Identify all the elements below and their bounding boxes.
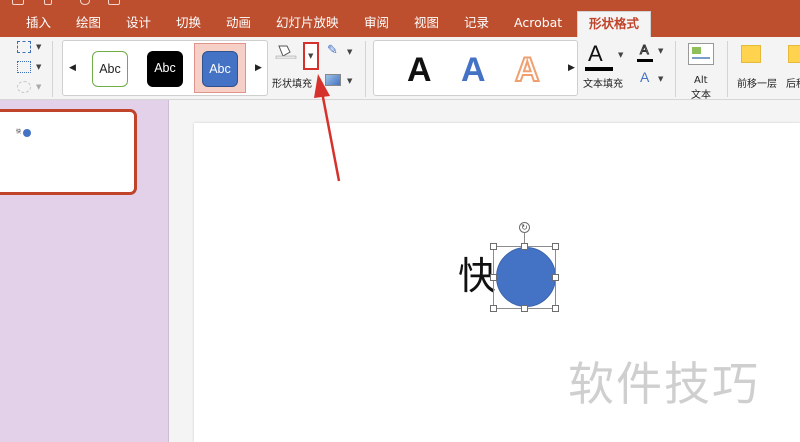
tab-insert[interactable]: 插入: [26, 14, 51, 32]
wordart-style-orange[interactable]: A: [514, 52, 541, 88]
alt-text-icon[interactable]: [688, 43, 714, 65]
alt-text-label-1[interactable]: Alt: [694, 75, 708, 86]
wordart-gallery: A A A ▶: [373, 40, 578, 96]
tab-record[interactable]: 记录: [464, 14, 489, 32]
save-icon[interactable]: [12, 0, 24, 5]
print-icon[interactable]: [108, 0, 120, 5]
edit-shape-icon[interactable]: [17, 41, 31, 53]
edit-points-icon[interactable]: [17, 61, 31, 73]
tab-shape-format[interactable]: 形状格式: [577, 11, 652, 37]
divider: [675, 41, 676, 97]
tab-view[interactable]: 视图: [414, 14, 439, 32]
chevron-down-icon[interactable]: ▼: [618, 51, 623, 59]
tab-animations[interactable]: 动画: [226, 14, 251, 32]
thumbnail-circle: [23, 129, 31, 137]
chevron-down-icon[interactable]: ▼: [36, 63, 41, 71]
wordart-style-black[interactable]: A: [407, 53, 432, 87]
rotate-handle-icon[interactable]: ↻: [519, 222, 530, 233]
tab-draw[interactable]: 绘图: [76, 14, 101, 32]
tab-design[interactable]: 设计: [126, 14, 151, 32]
resize-handle[interactable]: [490, 305, 497, 312]
slide-thumbnail-panel: 快: [0, 100, 169, 442]
gallery-right-arrow[interactable]: ▶: [255, 63, 262, 73]
divider: [52, 41, 53, 97]
shape-fill-dropdown[interactable]: ▼: [303, 42, 319, 70]
redo-icon[interactable]: [80, 0, 90, 5]
send-backward-label[interactable]: 后移: [786, 75, 800, 90]
selection-box: [493, 246, 556, 309]
text-fill-label[interactable]: 文本填充: [583, 75, 623, 90]
text-fill-color-bar: [585, 67, 613, 71]
shape-effects-icon[interactable]: [325, 74, 341, 86]
pen-icon[interactable]: ✎: [327, 43, 338, 58]
wordart-style-blue[interactable]: A: [461, 53, 486, 87]
chevron-down-icon[interactable]: ▼: [658, 47, 663, 55]
bring-forward-icon[interactable]: [741, 45, 761, 63]
tab-review[interactable]: 审阅: [364, 14, 389, 32]
chevron-down-icon[interactable]: ▼: [347, 48, 352, 56]
send-backward-icon[interactable]: [788, 45, 800, 63]
chevron-down-icon[interactable]: ▼: [36, 83, 41, 91]
gallery-right-arrow[interactable]: ▶: [568, 63, 575, 73]
paint-bucket-icon[interactable]: [275, 43, 297, 60]
tab-slideshow[interactable]: 幻灯片放映: [276, 14, 339, 32]
resize-handle[interactable]: [552, 243, 559, 250]
gallery-left-arrow[interactable]: ◀: [69, 63, 76, 73]
divider: [365, 41, 366, 97]
text-outline-icon[interactable]: A: [640, 42, 650, 58]
undo-icon[interactable]: [44, 0, 52, 5]
chevron-down-icon[interactable]: ▼: [36, 43, 41, 51]
divider: [727, 41, 728, 97]
resize-handle[interactable]: [552, 305, 559, 312]
alt-text-label-2[interactable]: 文本: [691, 86, 711, 101]
text-outline-color-bar: [637, 59, 653, 62]
chevron-down-icon[interactable]: ▼: [347, 77, 352, 85]
resize-handle[interactable]: [490, 274, 497, 281]
text-fill-icon[interactable]: A: [588, 41, 603, 67]
watermark: 软件技巧: [568, 357, 760, 411]
ribbon: ▼ ▼ ▼ ◀ Abc Abc Abc ▶ ▼ 形状填充 ✎ ▼ ▼ A A A…: [0, 37, 800, 101]
slide-thumbnail[interactable]: 快: [0, 109, 137, 195]
resize-handle[interactable]: [521, 305, 528, 312]
merge-shapes-icon[interactable]: [17, 81, 31, 93]
tab-acrobat[interactable]: Acrobat: [514, 14, 562, 32]
shape-fill-label[interactable]: 形状填充: [272, 75, 312, 90]
resize-handle[interactable]: [552, 274, 559, 281]
ribbon-tab-bar: 插入 绘图 设计 切换 动画 幻灯片放映 审阅 视图 记录 Acrobat 形状…: [0, 0, 800, 37]
chevron-down-icon: ▼: [308, 52, 314, 60]
resize-handle[interactable]: [490, 243, 497, 250]
text-effects-icon[interactable]: A: [640, 69, 649, 85]
shape-styles-gallery: ◀ Abc Abc Abc ▶: [62, 40, 268, 96]
shape-style-blue[interactable]: Abc: [202, 51, 238, 87]
thumbnail-text: 快: [16, 129, 22, 135]
bring-forward-label[interactable]: 前移一层: [737, 75, 777, 90]
tab-transitions[interactable]: 切换: [176, 14, 201, 32]
shape-style-outline[interactable]: Abc: [92, 51, 128, 87]
shape-style-black[interactable]: Abc: [147, 51, 183, 87]
chevron-down-icon[interactable]: ▼: [658, 75, 663, 83]
resize-handle[interactable]: [521, 243, 528, 250]
